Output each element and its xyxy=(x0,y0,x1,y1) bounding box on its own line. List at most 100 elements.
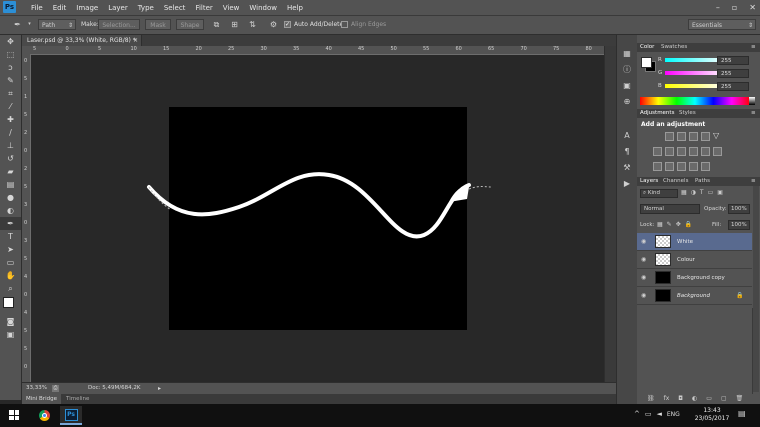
path-operations-icon[interactable]: ⧉ xyxy=(211,19,222,30)
brush-tool-icon[interactable]: ∕ xyxy=(0,126,21,139)
horizontal-ruler[interactable]: 5 0 5 10 15 20 25 30 35 40 45 50 55 60 65 70 75 80 xyxy=(30,46,604,55)
character-panel-icon[interactable]: A xyxy=(617,127,637,143)
quick-mask-icon[interactable]: ◙ xyxy=(0,315,21,328)
link-layers-icon[interactable]: ⛓ xyxy=(647,395,655,402)
pen-tool-icon[interactable]: ✒ xyxy=(0,217,21,230)
document-canvas[interactable] xyxy=(147,107,492,330)
color-balance-icon[interactable] xyxy=(665,147,674,156)
volume-icon[interactable]: ◄ xyxy=(657,410,662,418)
layer-row-background-copy[interactable]: ◉ Background copy xyxy=(637,269,752,287)
layer-row-background[interactable]: ◉ Background 🔒 xyxy=(637,287,752,305)
vertical-ruler[interactable]: 0 5 1 5 2 0 2 5 3 0 3 5 4 0 4 5 5 0 xyxy=(22,54,31,382)
hand-tool-icon[interactable]: ✋ xyxy=(0,269,21,282)
zoom-level[interactable]: 33,33% xyxy=(26,383,47,394)
lock-all-icon[interactable]: 🔒 xyxy=(685,221,692,228)
vibrance-icon[interactable]: ▽ xyxy=(713,132,722,141)
adjustment-filter-icon[interactable]: ◑ xyxy=(691,189,696,196)
make-shape-button[interactable]: Shape xyxy=(176,19,204,30)
tab-channels[interactable]: Channels xyxy=(663,177,688,186)
color-swatches[interactable] xyxy=(0,295,21,315)
network-icon[interactable]: ▭ xyxy=(645,410,652,418)
levels-icon[interactable] xyxy=(677,132,686,141)
brightness-icon[interactable] xyxy=(665,132,674,141)
menu-filter[interactable]: Filter xyxy=(190,4,217,12)
gradient-map-icon[interactable] xyxy=(689,162,698,171)
history-brush-tool-icon[interactable]: ↺ xyxy=(0,152,21,165)
lock-position-icon[interactable]: ✥ xyxy=(676,221,681,228)
menu-edit[interactable]: Edit xyxy=(48,4,72,12)
menu-type[interactable]: Type xyxy=(133,4,159,12)
lock-transparency-icon[interactable]: ▦ xyxy=(657,221,663,228)
type-tool-icon[interactable]: T xyxy=(0,230,21,243)
actions-panel-icon[interactable]: ▶ xyxy=(617,175,637,191)
make-selection-button[interactable]: Selection... xyxy=(98,19,140,30)
b-value-field[interactable]: 255 xyxy=(717,82,749,91)
visibility-eye-icon[interactable]: ◉ xyxy=(641,238,649,245)
align-edges-checkbox[interactable] xyxy=(341,21,348,28)
gear-icon[interactable]: ⚙ xyxy=(268,19,279,30)
minimize-icon[interactable]: – xyxy=(716,3,720,12)
info-panel-icon[interactable]: ⓘ xyxy=(617,61,637,77)
visibility-eye-icon[interactable]: ◉ xyxy=(641,256,649,263)
close-tab-icon[interactable]: × xyxy=(133,35,138,46)
layer-row-white[interactable]: ◉ White xyxy=(637,233,752,251)
curves-icon[interactable] xyxy=(689,132,698,141)
tab-mini-bridge[interactable]: Mini Bridge xyxy=(22,394,61,404)
tray-chevron-up-icon[interactable]: ^ xyxy=(634,410,640,418)
path-alignment-icon[interactable]: ⊞ xyxy=(229,19,240,30)
new-adjustment-icon[interactable]: ◐ xyxy=(692,395,697,402)
workspace-select[interactable]: Essentials ⇕ xyxy=(688,19,756,30)
bw-ramp[interactable] xyxy=(749,97,755,105)
maximize-icon[interactable]: ▫ xyxy=(732,3,737,12)
exposure-icon[interactable] xyxy=(701,132,710,141)
type-filter-icon[interactable]: T xyxy=(700,189,704,196)
delete-layer-icon[interactable]: 🗑 xyxy=(736,395,744,402)
visibility-eye-icon[interactable]: ◉ xyxy=(641,292,649,299)
menu-view[interactable]: View xyxy=(218,4,245,12)
pen-tool-preset-icon[interactable]: ✒ xyxy=(12,19,23,30)
channel-mixer-icon[interactable] xyxy=(701,147,710,156)
menu-help[interactable]: Help xyxy=(282,4,308,12)
color-fg-swatch[interactable] xyxy=(641,57,652,68)
make-mask-button[interactable]: Mask xyxy=(145,19,171,30)
pixel-filter-icon[interactable]: ▦ xyxy=(681,189,687,196)
eraser-tool-icon[interactable]: ▰ xyxy=(0,165,21,178)
photoshop-taskbar-button[interactable]: Ps xyxy=(60,406,82,425)
tab-swatches[interactable]: Swatches xyxy=(661,43,687,52)
tab-timeline[interactable]: Timeline xyxy=(66,394,89,404)
move-tool-icon[interactable]: ✥ xyxy=(0,35,21,48)
path-arrangement-icon[interactable]: ⇅ xyxy=(247,19,258,30)
tab-layers[interactable]: Layers xyxy=(640,177,658,186)
gradient-tool-icon[interactable]: ▤ xyxy=(0,178,21,191)
windows-start-icon[interactable] xyxy=(9,410,19,420)
panel-menu-icon[interactable]: ≡ xyxy=(751,177,756,186)
hue-saturation-icon[interactable] xyxy=(653,147,662,156)
photo-filter-icon[interactable] xyxy=(689,147,698,156)
chevron-down-icon[interactable]: ▾ xyxy=(24,19,35,30)
smart-object-filter-icon[interactable]: ▣ xyxy=(717,189,723,196)
close-icon[interactable]: ✕ xyxy=(749,3,756,12)
crop-tool-icon[interactable]: ⌗ xyxy=(0,87,21,100)
layers-scrollbar[interactable] xyxy=(753,186,759,392)
healing-brush-tool-icon[interactable]: ✚ xyxy=(0,113,21,126)
language-indicator[interactable]: ENG xyxy=(667,411,680,418)
blur-tool-icon[interactable]: ● xyxy=(0,191,21,204)
r-slider[interactable] xyxy=(665,58,725,62)
color-spectrum-ramp[interactable] xyxy=(640,97,750,105)
clone-stamp-tool-icon[interactable]: ⊥ xyxy=(0,139,21,152)
brush-preset-icon[interactable]: ▣ xyxy=(617,77,637,93)
clone-source-icon[interactable]: ⊕ xyxy=(617,93,637,109)
menu-window[interactable]: Window xyxy=(244,4,282,12)
layer-style-icon[interactable]: fx xyxy=(664,395,670,402)
menu-layer[interactable]: Layer xyxy=(103,4,133,12)
foreground-color-swatch[interactable] xyxy=(3,297,14,308)
g-value-field[interactable]: 255 xyxy=(717,69,749,78)
lock-pixels-icon[interactable]: ✎ xyxy=(667,221,672,228)
g-slider[interactable] xyxy=(665,71,725,75)
path-selection-tool-icon[interactable]: ➤ xyxy=(0,243,21,256)
posterize-icon[interactable] xyxy=(665,162,674,171)
vertical-scrollbar[interactable] xyxy=(604,46,616,382)
layer-row-colour[interactable]: ◉ Colour xyxy=(637,251,752,269)
quick-selection-tool-icon[interactable]: ✎ xyxy=(0,74,21,87)
path-mode-select[interactable]: Path ⇕ xyxy=(38,19,76,30)
